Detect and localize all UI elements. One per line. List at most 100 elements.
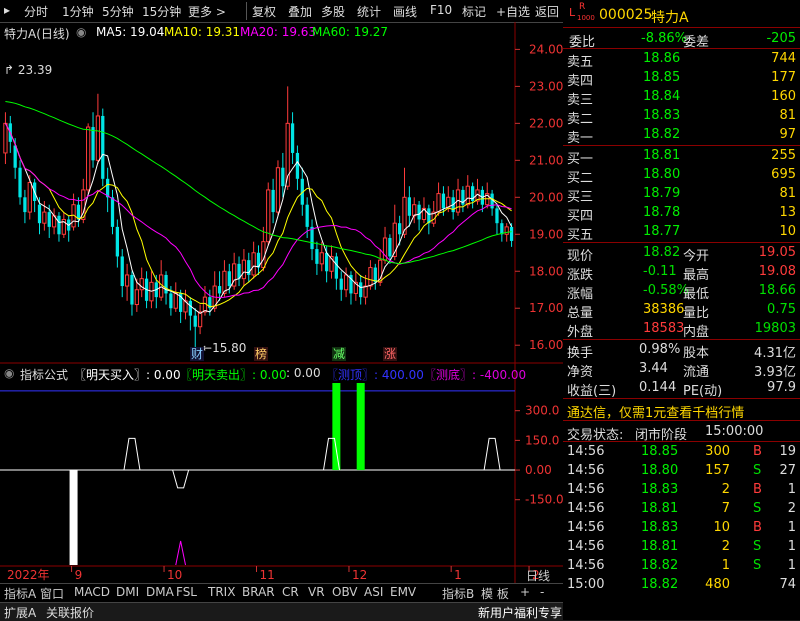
stat-row: 收益(三) 0.144 PE(动) 97.9 [563,379,800,399]
candle-body [417,204,421,220]
orderbook-price: 18.85 [643,70,681,85]
indicator-tab-1[interactable]: 窗口 [40,585,64,602]
tick-row: 14:56 18.82 1 S 1 [563,557,800,575]
stat-row: 净资 3.44 流通 3.93亿 [563,360,800,380]
candle-body [91,127,95,161]
indicator-tab-14[interactable]: 模 板 [481,585,509,602]
quote-panel: L R 1000 000025 特力A 委比 -8.86% 委差 -205 卖五… [563,0,800,620]
indicator-tab-11[interactable]: ASI [364,585,383,599]
tick-volume: 1 [721,558,730,573]
orderbook-row[interactable]: 卖二 18.83 81 [563,107,800,127]
tick-price: 18.83 [641,520,679,535]
stock-name: 特力A [651,10,689,26]
orderbook-row[interactable]: 卖一 18.82 97 [563,126,800,146]
indicator-tab-13[interactable]: 指标B [442,585,474,602]
indicator-tab-4[interactable]: DMA [146,585,174,599]
orderbook-label: 卖一 [567,131,594,146]
candle-body [373,267,377,283]
ind-y-tick-label: 300.0 [525,404,559,418]
candle-body [275,167,281,213]
tick-count: 74 [779,577,796,592]
tick-count: 1 [787,482,796,497]
indicator-tab-6[interactable]: TRIX [208,585,235,599]
orderbook-row[interactable]: 买五 18.77 10 [563,223,800,243]
divider [563,420,800,421]
candle-body [325,252,329,272]
orderbook-label: 买一 [567,152,594,167]
orderbook-row[interactable]: 卖三 18.84 160 [563,88,800,108]
related-quote-button[interactable]: 关联报价 [46,604,94,621]
expand-a-button[interactable]: 扩展A [4,604,36,621]
y-tick-label: 19.00 [529,227,563,241]
candle-body [315,249,319,264]
indicator-tab-12[interactable]: EMV [390,585,416,599]
divider [563,441,800,442]
orderbook-label: 卖二 [567,112,594,127]
stat-value: 4.31亿 [754,346,796,361]
quote-label: 总量 [567,306,594,321]
promo-link[interactable]: 新用户福利专享 [478,604,562,621]
tick-count: 2 [787,501,796,516]
quote-value: 19.05 [758,245,796,260]
orderbook-row[interactable]: 买三 18.79 81 [563,185,800,205]
indicator-tab-17[interactable]: 日线 [526,567,550,584]
tick-side: S [753,539,762,554]
indicator-tab-9[interactable]: VR [308,585,325,599]
ind-y-tick-label: 150.0 [525,433,559,447]
tick-side: S [753,463,762,478]
indicator-tab-8[interactable]: CR [282,585,299,599]
indicator-tab-3[interactable]: DMI [116,585,139,599]
indicator-tab-15[interactable]: + [520,585,530,599]
orderbook-volume: 744 [771,51,796,66]
tick-count: 19 [779,444,796,459]
tick-count: 27 [779,463,796,478]
candle-body [334,256,338,279]
tick-time: 14:56 [567,482,605,497]
stat-label: 换手 [567,346,594,361]
x-tick-label: 10 [167,568,182,582]
indicator-tab-16[interactable]: - [540,585,544,599]
tick-row: 14:56 18.81 2 S 1 [563,538,800,556]
indicator-tab-5[interactable]: FSL [176,585,197,599]
tick-volume: 157 [705,463,730,478]
indicator-tab-10[interactable]: OBV [332,585,358,599]
candle-body [310,226,314,250]
tick-side: B [753,444,762,459]
event-mark-cai[interactable]: 财 [190,347,204,361]
candle-body [3,122,8,154]
orderbook-row[interactable]: 买一 18.81 255 [563,147,800,167]
tick-time: 14:56 [567,558,605,573]
orderbook-volume: 81 [779,108,796,123]
event-mark-zhang[interactable]: 涨 [383,347,397,361]
orderbook-row[interactable]: 卖四 18.85 177 [563,69,800,89]
candle-body [281,167,285,187]
tick-time: 14:56 [567,444,605,459]
event-mark-jian[interactable]: 减 [332,347,346,361]
y-tick-label: 17.00 [529,301,563,315]
orderbook-label: 买五 [567,228,594,243]
promo-banner[interactable]: 通达信，仅需1元查看千档行情 [563,401,800,421]
indicator-toggle-icon[interactable]: ◉ [4,366,14,380]
indicator-tab-7[interactable]: BRAR [242,585,275,599]
kline-chart[interactable]: 24.00 23.00 22.00 21.00 20.00 19.00 18.00 17.00… [0,0,563,583]
candle-body [164,274,168,294]
quote-label: 外盘 [567,325,594,340]
orderbook-row[interactable]: 卖五 18.86 744 [563,50,800,70]
quote-value: 18.66 [758,283,796,298]
event-mark-bang[interactable]: 榜 [254,347,268,361]
stat-row: 换手 0.98% 股本 4.31亿 [563,341,800,361]
candle-body [124,274,130,287]
stat-value: 0.98% [639,342,681,357]
orderbook-row[interactable]: 买四 18.78 13 [563,204,800,224]
candle-body [139,278,144,291]
quote-label: 量比 [683,306,710,321]
candle-body [169,293,173,309]
indicator-tab-2[interactable]: MACD [74,585,110,599]
orderbook-volume: 13 [779,205,796,220]
tick-row: 14:56 18.83 2 B 1 [563,481,800,499]
orderbook-label: 买三 [567,190,594,205]
candle-body [13,145,17,168]
orderbook-row[interactable]: 买二 18.80 695 [563,166,800,186]
stat-value: 0.144 [639,380,677,395]
indicator-tab-0[interactable]: 指标A [4,585,36,602]
